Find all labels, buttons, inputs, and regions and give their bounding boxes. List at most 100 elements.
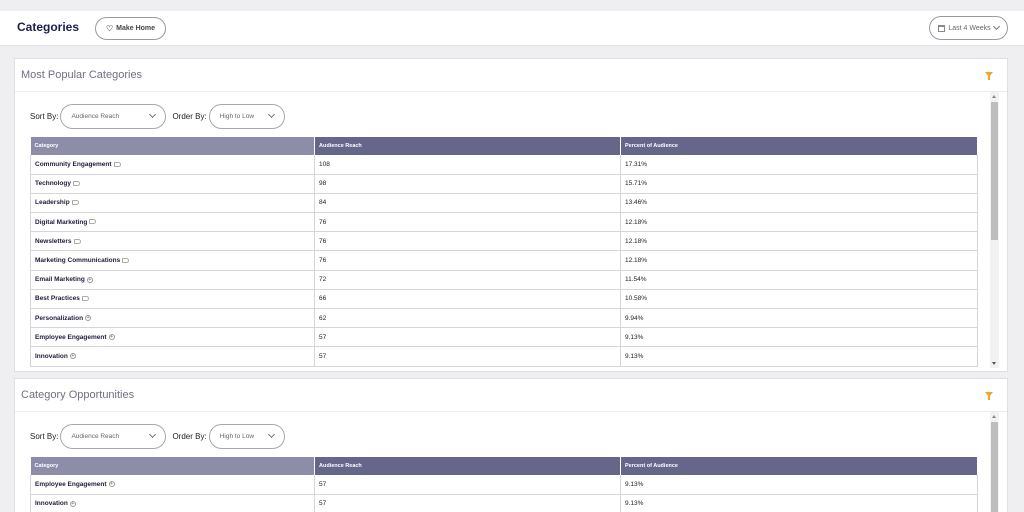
category-cell[interactable]: Marketing Communications: [30, 250, 315, 271]
chevron-down-icon: [149, 430, 157, 439]
panel-title: Most Popular Categories: [21, 69, 143, 81]
order-by-select[interactable]: High to Low: [208, 423, 285, 449]
percent-cell: 15.71%: [620, 174, 978, 194]
tag-icon[interactable]: [71, 200, 79, 206]
plus-circle-icon[interactable]: +: [86, 276, 93, 283]
category-cell[interactable]: Leadership: [30, 193, 315, 214]
column-header-percent[interactable]: Percent of Audience: [620, 457, 978, 475]
category-cell[interactable]: Email Marketing +: [30, 270, 315, 290]
column-header-reach[interactable]: Audience Reach: [314, 457, 621, 475]
category-cell[interactable]: Digital Marketing: [30, 212, 315, 233]
scroll-up-icon[interactable]: [992, 415, 996, 418]
tag-icon[interactable]: [81, 296, 89, 302]
chevron-down-icon: [267, 110, 275, 119]
make-home-button[interactable]: ♡ Make Home: [95, 17, 166, 40]
category-name: Innovation: [35, 352, 68, 360]
plus-circle-icon[interactable]: +: [69, 500, 76, 507]
category-cell[interactable]: Employee Engagement +: [30, 327, 315, 348]
category-name: Innovation: [35, 500, 68, 508]
column-header-category[interactable]: Category: [30, 457, 315, 475]
percent-cell: 9.13%: [620, 327, 978, 348]
scroll-up-icon[interactable]: [992, 95, 996, 98]
category-name: Email Marketing: [35, 276, 85, 284]
table-row[interactable]: Employee Engagement +57 9.13%: [30, 475, 978, 495]
sort-by-value: Audience Reach: [71, 112, 120, 120]
audience-reach-cell: 62: [314, 308, 621, 329]
category-name: Community Engagement: [35, 160, 112, 168]
heart-icon: ♡: [105, 24, 114, 33]
scroll-down-icon[interactable]: [992, 362, 996, 365]
category-name: Marketing Communications: [35, 257, 121, 265]
filter-icon[interactable]: [985, 392, 993, 400]
scroll-thumb[interactable]: [991, 422, 998, 512]
table-row[interactable]: Employee Engagement +57 9.13%: [30, 327, 978, 348]
tag-icon[interactable]: [113, 161, 121, 167]
audience-reach-cell: 76: [314, 212, 621, 233]
column-header-reach[interactable]: Audience Reach: [314, 137, 621, 155]
category-cell[interactable]: Technology: [30, 174, 315, 194]
sort-controls: Sort By: Audience Reach Order By: High t…: [30, 103, 285, 129]
sort-by-select[interactable]: Audience Reach: [60, 103, 167, 129]
filter-icon[interactable]: [985, 72, 993, 80]
chevron-down-icon: [992, 22, 1000, 31]
percent-cell: 12.18%: [620, 231, 978, 252]
tag-icon[interactable]: [73, 181, 80, 187]
percent-cell: 9.94%: [620, 308, 978, 329]
category-name: Best Practices: [35, 295, 80, 303]
panel-header: Most Popular Categories: [15, 59, 1007, 92]
category-cell[interactable]: Innovation +: [30, 346, 315, 367]
plus-circle-icon[interactable]: +: [108, 334, 115, 341]
audience-reach-cell: 84: [314, 193, 621, 214]
category-name: Employee Engagement: [35, 333, 107, 341]
table-body: Employee Engagement +57 9.13% Innovation +57…: [30, 475, 978, 512]
category-cell[interactable]: Personalization +: [30, 308, 315, 329]
table-row[interactable]: Community Engagement 108 17.31%: [30, 155, 978, 175]
percent-cell: 9.13%: [620, 346, 978, 367]
order-by-select[interactable]: High to Low: [208, 103, 285, 129]
category-cell[interactable]: Employee Engagement +: [30, 475, 315, 495]
table-row[interactable]: Innovation +57 9.13%: [30, 494, 978, 512]
audience-reach-cell: 57: [314, 346, 621, 367]
tag-icon[interactable]: [89, 219, 97, 225]
order-by-label: Order By:: [172, 111, 207, 121]
percent-cell: 12.18%: [620, 250, 978, 271]
sort-by-label: Sort By:: [30, 111, 59, 121]
category-cell[interactable]: Innovation +: [30, 494, 315, 512]
table-row[interactable]: Best Practices 66 10.58%: [30, 289, 978, 310]
table-body: Community Engagement 108 17.31% Technology 9…: [30, 155, 978, 367]
scroll-thumb[interactable]: [991, 102, 998, 240]
table-row[interactable]: Personalization +62 9.94%: [30, 308, 978, 329]
tag-icon[interactable]: [122, 257, 130, 263]
table-row[interactable]: Innovation +57 9.13%: [30, 346, 978, 367]
plus-circle-icon[interactable]: +: [108, 481, 115, 488]
categories-table: Category Audience Reach Percent of Audie…: [30, 137, 978, 367]
panel-title: Category Opportunities: [21, 389, 135, 401]
table-row[interactable]: Leadership 84 13.46%: [30, 193, 978, 214]
chevron-down-icon: [149, 110, 157, 119]
category-name: Leadership: [35, 199, 70, 207]
category-cell[interactable]: Best Practices: [30, 289, 315, 310]
audience-reach-cell: 108: [314, 155, 621, 175]
most-popular-panel: Most Popular Categories Sort By: Audienc…: [14, 58, 1008, 372]
category-name: Digital Marketing: [35, 218, 88, 226]
table-row[interactable]: Newsletters 76 12.18%: [30, 231, 978, 252]
scrollbar[interactable]: [990, 92, 999, 368]
tag-icon[interactable]: [73, 238, 81, 244]
column-header-category[interactable]: Category: [30, 137, 315, 155]
table-row[interactable]: Marketing Communications 76 12.18%: [30, 250, 978, 271]
audience-reach-cell: 66: [314, 289, 621, 310]
date-range-dropdown[interactable]: Last 4 Weeks: [929, 16, 1008, 40]
category-cell[interactable]: Newsletters: [30, 231, 315, 252]
scrollbar[interactable]: [990, 412, 999, 512]
table-row[interactable]: Email Marketing +72 11.54%: [30, 270, 978, 290]
percent-cell: 9.13%: [620, 494, 978, 512]
plus-circle-icon[interactable]: +: [69, 353, 76, 360]
opportunities-table: Category Audience Reach Percent of Audie…: [30, 457, 978, 512]
sort-by-select[interactable]: Audience Reach: [60, 423, 167, 449]
sort-by-value: Audience Reach: [71, 432, 120, 440]
column-header-percent[interactable]: Percent of Audience: [620, 137, 978, 155]
plus-circle-icon[interactable]: +: [85, 314, 92, 321]
category-cell[interactable]: Community Engagement: [30, 155, 315, 175]
table-row[interactable]: Digital Marketing 76 12.18%: [30, 212, 978, 233]
table-row[interactable]: Technology 98 15.71%: [30, 174, 978, 194]
